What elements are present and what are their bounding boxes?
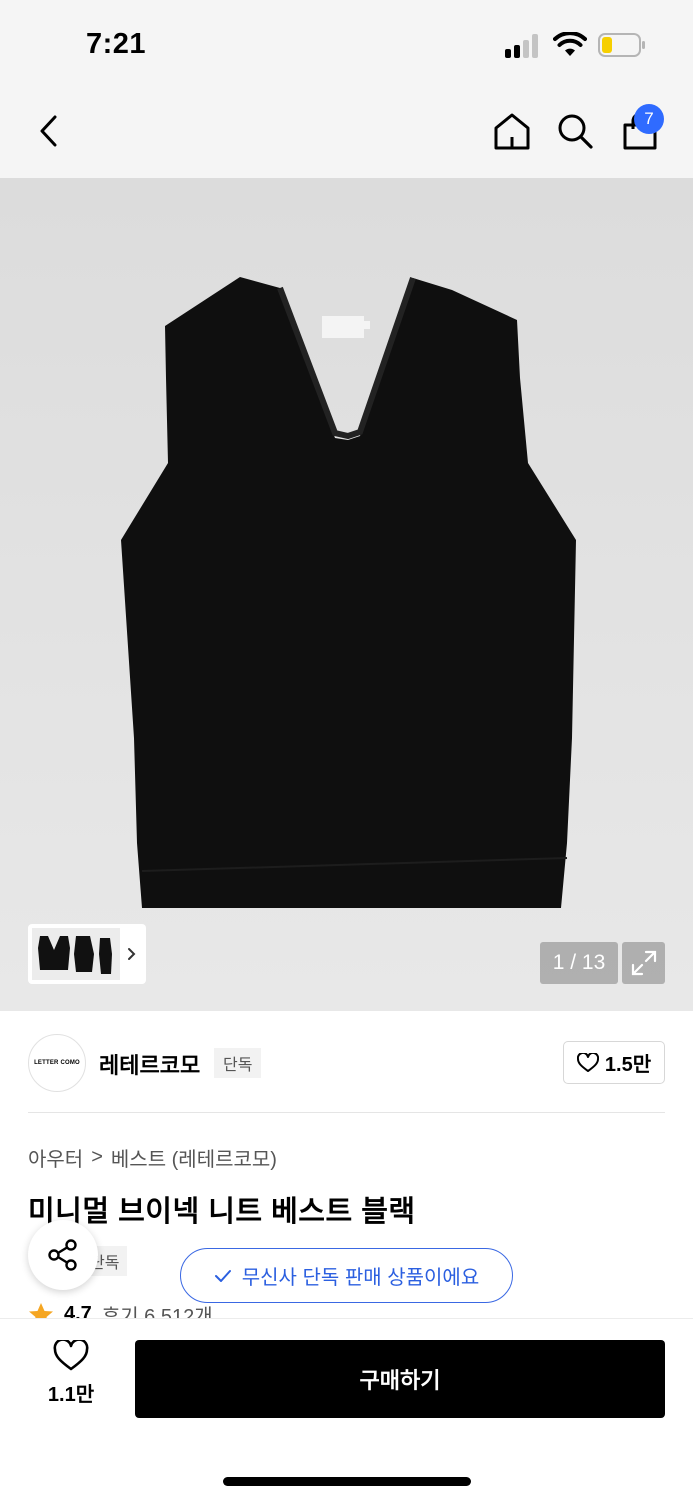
- review-count: 후기 6,512개: [101, 1306, 213, 1319]
- image-counter: 1 / 13: [540, 942, 618, 984]
- home-icon: [494, 113, 530, 150]
- share-icon: [48, 1239, 77, 1271]
- check-icon: [214, 1269, 231, 1282]
- expand-icon: [631, 950, 656, 976]
- back-button[interactable]: [24, 106, 74, 156]
- home-button[interactable]: [487, 106, 537, 156]
- rating-row[interactable]: 4.7 후기 6,512개: [28, 1303, 328, 1319]
- thumbnail-images: [32, 928, 136, 980]
- share-button[interactable]: [28, 1220, 98, 1290]
- heart-icon: [576, 1052, 599, 1072]
- home-indicator: [223, 1477, 471, 1486]
- cart-count-badge: 7: [634, 104, 664, 134]
- rating-value: 4.7: [64, 1303, 92, 1319]
- brand-row: LETTER COMO 레테르코모 단독 1.5만: [28, 1034, 665, 1092]
- brand-like-count: 1.5만: [604, 1054, 652, 1076]
- brand-logo-text: LETTER COMO: [34, 1060, 80, 1066]
- toast-text: 무신사 단독 판매 상품이에요: [241, 1267, 480, 1289]
- star-icon: [29, 1303, 53, 1319]
- thumbnail-strip[interactable]: [28, 924, 146, 984]
- wishlist-button[interactable]: 1.1만: [36, 1340, 106, 1415]
- exclusive-toast: 무신사 단독 판매 상품이에요: [180, 1248, 513, 1303]
- chevron-left-icon: [40, 115, 57, 147]
- brand-logo[interactable]: LETTER COMO: [28, 1034, 86, 1092]
- breadcrumb-separator: >: [91, 1146, 103, 1168]
- search-button[interactable]: [550, 106, 600, 156]
- brand-like-button[interactable]: 1.5만: [563, 1041, 665, 1084]
- signal-icon: [505, 34, 543, 58]
- breadcrumb-category[interactable]: 아우터: [28, 1143, 83, 1172]
- wifi-icon: [553, 32, 587, 56]
- search-icon: [558, 114, 593, 149]
- breadcrumb-subcategory[interactable]: 베스트 (레테르코모): [111, 1143, 277, 1172]
- divider: [28, 1112, 665, 1113]
- expand-image-button[interactable]: [622, 942, 665, 984]
- battery-icon: [598, 33, 645, 57]
- chevron-right-icon: [128, 948, 136, 960]
- buy-button[interactable]: 구매하기: [135, 1340, 665, 1418]
- brand-exclusive-badge: 단독: [214, 1048, 262, 1078]
- product-title: 미니멀 브이넥 니트 베스트 블랙: [28, 1196, 416, 1228]
- wishlist-count: 1.1만: [47, 1384, 95, 1406]
- breadcrumb: 아우터 > 베스트 (레테르코모): [28, 1143, 277, 1172]
- brand-name[interactable]: 레테르코모: [99, 1048, 200, 1080]
- top-nav-bar: [0, 88, 693, 178]
- status-bar: 7:21: [0, 0, 693, 88]
- product-image-gallery[interactable]: [0, 178, 693, 1011]
- status-time: 7:21: [86, 28, 147, 60]
- heart-icon: [53, 1340, 89, 1371]
- vest-image: [0, 178, 693, 1011]
